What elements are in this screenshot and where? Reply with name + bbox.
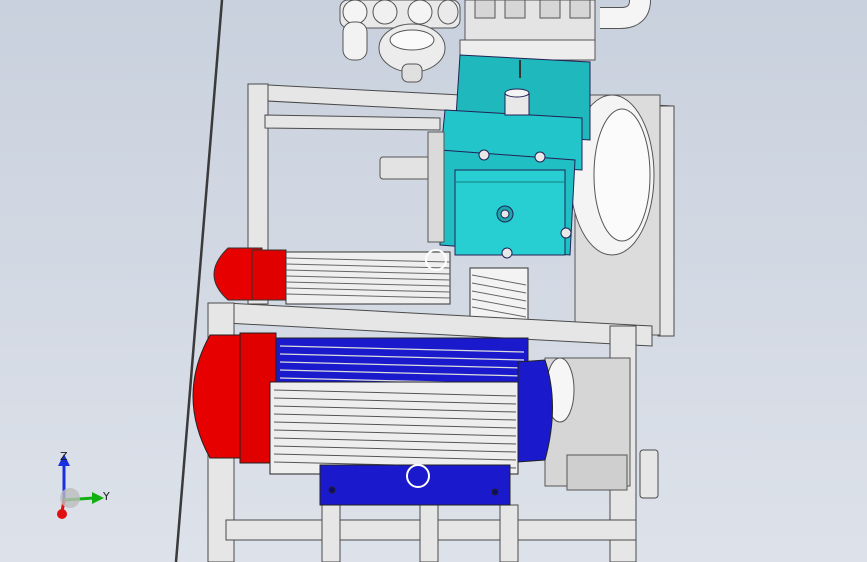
motor-fan-cover [544,357,631,491]
triad-origin-sphere [60,488,80,508]
z-axis-label: Z [60,450,68,463]
axis-triad: Z Y [57,450,110,519]
pump-motor-assembly-model[interactable] [0,0,867,562]
accumulator-dome [378,23,446,83]
front-motor [192,332,553,506]
y-axis-label: Y [102,490,110,503]
valve-block [459,0,596,61]
3d-graphics-viewport[interactable]: Z Y [0,0,867,562]
pump-shaft [379,131,445,243]
pump-head [439,54,591,259]
